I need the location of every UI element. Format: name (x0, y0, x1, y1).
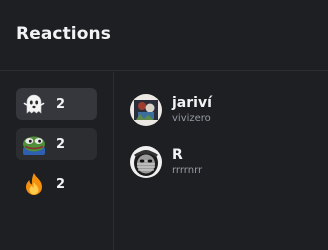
reactor-row[interactable]: R rrrrnrr (130, 144, 320, 180)
ghost-emoji-icon (22, 92, 46, 116)
reaction-item-fire[interactable]: 2 (16, 168, 97, 200)
user-display-name: jariví (172, 95, 212, 111)
reaction-item-pepe[interactable]: 2 (16, 128, 97, 160)
reaction-list: 2 2 2 (0, 72, 114, 250)
modal-title: Reactions (16, 24, 111, 44)
avatar (130, 146, 162, 178)
reaction-count: 2 (56, 136, 66, 152)
reaction-item-ghost[interactable]: 2 (16, 88, 97, 120)
reaction-count: 2 (56, 176, 66, 192)
user-display-name: R (172, 147, 183, 163)
reactions-modal: Reactions 2 2 2 jariví vivizero R rrrrnr… (0, 0, 328, 250)
user-username: vivizero (172, 113, 211, 124)
modal-header: Reactions (0, 0, 328, 71)
reactor-row[interactable]: jariví vivizero (130, 92, 320, 128)
pepe-frog-icon (22, 132, 46, 156)
reactor-list: jariví vivizero R rrrrnrr (114, 72, 328, 250)
user-username: rrrrnrr (172, 165, 203, 176)
fire-emoji-icon (22, 172, 46, 196)
reaction-count: 2 (56, 96, 66, 112)
avatar (130, 94, 162, 126)
